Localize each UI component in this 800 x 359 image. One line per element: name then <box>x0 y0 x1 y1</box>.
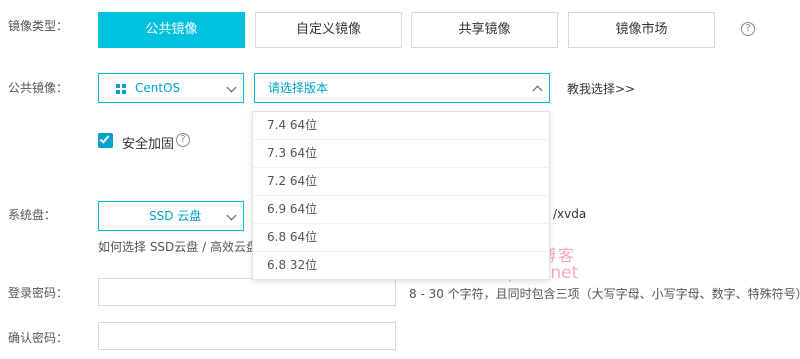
security-help-icon[interactable]: ? <box>176 133 190 147</box>
tab-custom-image[interactable]: 自定义镜像 <box>255 12 402 48</box>
chevron-down-icon <box>226 82 237 93</box>
chevron-down-icon <box>226 210 237 221</box>
os-select-value: CentOS <box>135 81 181 95</box>
version-select-placeholder: 请选择版本 <box>268 81 329 95</box>
os-select[interactable]: CentOS <box>98 73 244 103</box>
disk-type-select[interactable]: SSD 云盘 <box>98 201 244 231</box>
tab-image-market[interactable]: 镜像市场 <box>568 12 715 48</box>
version-option[interactable]: 6.8 64位 <box>253 224 549 252</box>
system-disk-label: 系统盘： <box>8 208 57 222</box>
public-image-label: 公共镜像： <box>8 81 69 95</box>
version-select[interactable]: 请选择版本 <box>254 73 550 103</box>
checkmark-icon <box>99 133 110 144</box>
version-option[interactable]: 7.3 64位 <box>253 140 549 168</box>
help-icon[interactable]: ? <box>741 22 755 36</box>
image-type-label: 镜像类型： <box>8 19 69 33</box>
tab-public-image[interactable]: 公共镜像 <box>98 12 245 48</box>
version-option[interactable]: 7.2 64位 <box>253 168 549 196</box>
version-option[interactable]: 7.4 64位 <box>253 112 549 140</box>
password-label: 登录密码： <box>8 286 69 300</box>
disk-type-value: SSD 云盘 <box>149 209 202 223</box>
disk-help-text[interactable]: 如何选择 SSD云盘 / 高效云盘 / <box>98 238 266 255</box>
version-dropdown: 7.4 64位 7.3 64位 7.2 64位 6.9 64位 6.8 64位 … <box>252 111 550 280</box>
centos-logo-icon <box>116 84 126 94</box>
version-option[interactable]: 6.9 64位 <box>253 196 549 224</box>
device-suffix: /xvda <box>553 207 587 221</box>
confirm-password-label: 确认密码： <box>8 331 69 345</box>
chevron-up-icon <box>532 85 543 96</box>
tab-shared-image[interactable]: 共享镜像 <box>411 12 558 48</box>
security-checkbox[interactable] <box>98 133 113 148</box>
password-hint: 8 - 30 个字符，且同时包含三项（大写字母、小写字母、数字、特殊符号） <box>409 287 800 301</box>
password-input[interactable] <box>98 278 396 306</box>
tutorial-link[interactable]: 教我选择>> <box>567 80 635 97</box>
confirm-password-input[interactable] <box>98 322 396 350</box>
version-option[interactable]: 6.8 32位 <box>253 252 549 279</box>
security-label: 安全加固 <box>122 137 175 152</box>
